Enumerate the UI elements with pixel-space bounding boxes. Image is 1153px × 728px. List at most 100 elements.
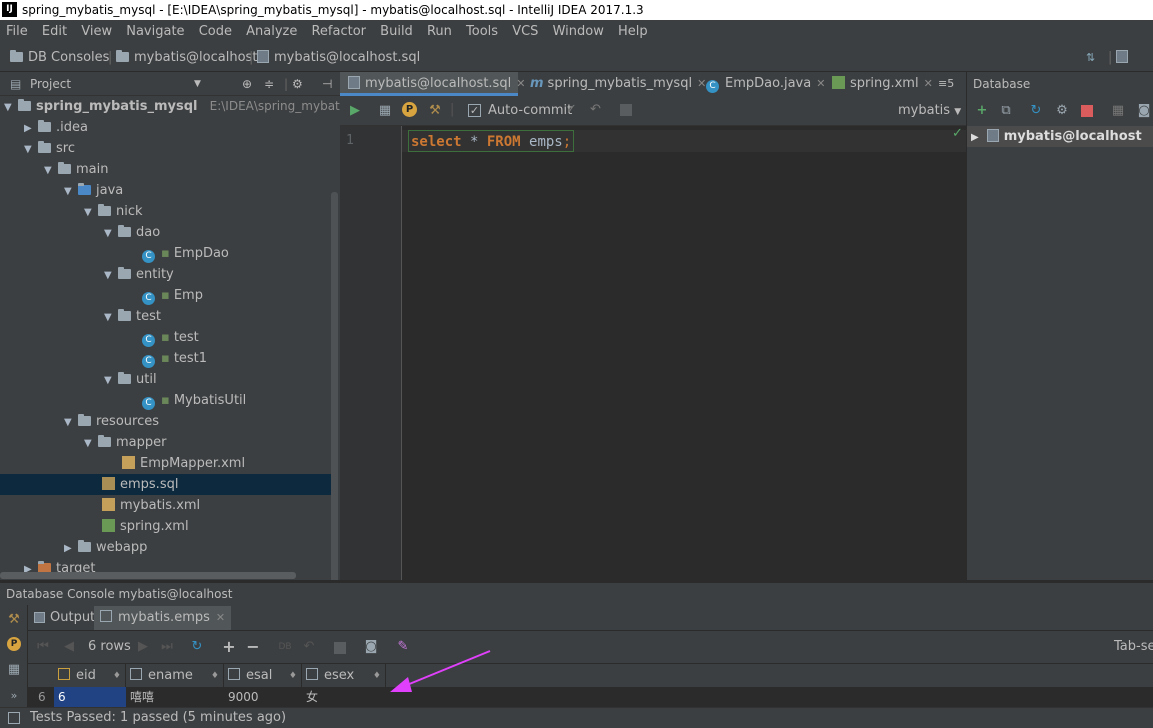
tree-item-entity[interactable]: ▼ entity [104,264,174,285]
row-count[interactable]: 6 rows [88,639,131,654]
stop-icon[interactable] [334,642,346,654]
tab-spring-xml[interactable]: spring.xml ✕ [824,72,933,96]
auto-commit-checkbox[interactable]: ✓ [468,104,481,117]
submit-db-icon[interactable]: DB [276,638,294,656]
table-row[interactable]: 6 6 嘻嘻 9000 女 [28,687,1153,707]
menu-help[interactable]: Help [612,20,652,44]
settings-icon[interactable]: ⚒ [426,102,444,120]
cell-eid[interactable]: 6 [54,687,126,707]
locate-icon[interactable]: ⊕ [242,72,252,96]
breadcrumb-connection[interactable]: mybatis@localhost [116,44,257,72]
menu-analyze[interactable]: Analyze [240,20,301,44]
tree-item-emps-sql[interactable]: emps.sql [0,474,331,495]
add-icon[interactable]: + [973,102,991,120]
project-view-title[interactable]: Project [30,72,71,96]
execute-icon[interactable]: ▶ [346,102,364,120]
menu-vcs[interactable]: VCS [506,20,542,44]
tree-item-nick[interactable]: ▼ nick [84,201,143,222]
menu-navigate[interactable]: Navigate [120,20,188,44]
disconnect-icon[interactable] [1081,105,1093,117]
properties-icon[interactable]: ⧉ [997,102,1015,120]
column-header-esal[interactable]: esal ♦ [224,664,302,688]
sort-icon[interactable]: ♦ [113,664,121,688]
tree-item-util[interactable]: ▼ util [104,369,157,390]
sql-editor[interactable]: 1 select * FROM emps; ✓ [340,126,966,580]
parameter-icon[interactable]: P [7,637,21,651]
tree-item-mybatisutil[interactable]: C ▪ MybatisUtil [142,390,246,411]
settings-icon[interactable]: ⚒ [5,611,23,629]
console-icon[interactable]: ◙ [1135,102,1153,120]
menu-view[interactable]: View [75,20,116,44]
delete-row-icon[interactable]: − [244,638,262,656]
tab-empdao-java[interactable]: C EmpDao.java ✕ [698,72,825,96]
tree-item-java[interactable]: ▼ java [64,180,123,201]
tree-item-spring-xml[interactable]: spring.xml [102,516,189,537]
cell-esal[interactable]: 9000 [224,687,302,707]
table-editor-icon[interactable]: ▦ [1109,102,1127,120]
previous-page-icon[interactable]: ◀ [60,638,78,656]
menu-build[interactable]: Build [374,20,417,44]
menu-refactor[interactable]: Refactor [305,20,370,44]
schema-sync-icon[interactable]: ⚙ [1053,102,1071,120]
breadcrumb-sql-file[interactable]: mybatis@localhost.sql [257,44,420,72]
revert-icon[interactable]: ↶ [300,638,318,656]
expand-more-icon[interactable]: » [5,687,23,705]
chevron-down-icon[interactable]: ▼ [194,72,201,96]
last-page-icon[interactable]: ⏭ [158,638,176,656]
cell-esex[interactable]: 女 [302,687,386,707]
menu-window[interactable]: Window [547,20,608,44]
tab-spring-mybatis-mysql[interactable]: m spring_mybatis_mysql ✕ [522,72,706,96]
menu-run[interactable]: Run [421,20,456,44]
tree-item-test-package[interactable]: ▼ test [104,306,161,327]
schema-selector[interactable]: mybatis ▼ [898,103,961,118]
commit-icon[interactable]: ✓ [566,102,577,117]
menu-file[interactable]: File [0,20,32,44]
tree-item-mybatis-xml[interactable]: mybatis.xml [102,495,200,516]
parameter-icon[interactable]: P [402,102,417,117]
execution-plan-icon[interactable]: ▦ [376,102,394,120]
tree-item-src[interactable]: ▼ src [24,138,75,159]
tree-item-main[interactable]: ▼ main [44,159,108,180]
sql-statement[interactable]: select * FROM emps; [408,130,575,152]
execution-plan-icon[interactable]: ▦ [5,661,23,679]
view-query-icon[interactable]: ◙ [362,638,380,656]
menu-edit[interactable]: Edit [36,20,71,44]
db-connection-node[interactable]: ▶ mybatis@localhost [967,126,1153,147]
tree-item-empdao[interactable]: C ▪ EmpDao [142,243,229,264]
rollback-icon[interactable]: ↶ [590,102,601,117]
next-page-icon[interactable]: ▶ [134,638,152,656]
column-header-esex[interactable]: esex ♦ [302,664,386,688]
horizontal-scrollbar[interactable] [0,572,296,579]
collapse-all-icon[interactable]: ≑ [264,72,274,96]
tab-output[interactable]: Output [28,606,101,630]
column-header-eid[interactable]: eid ♦ [54,664,126,688]
close-icon[interactable]: ✕ [216,611,225,624]
tab-mybatis-localhost-sql[interactable]: mybatis@localhost.sql ✕ [340,72,525,96]
tree-item-empmapper-xml[interactable]: EmpMapper.xml [122,453,245,474]
menu-tools[interactable]: Tools [460,20,502,44]
gear-icon[interactable]: ⚙ [292,72,303,96]
hide-panel-icon[interactable]: ⊣ [322,72,332,96]
cell-ename[interactable]: 嘻嘻 [126,687,224,707]
menu-code[interactable]: Code [193,20,236,44]
refresh-icon[interactable]: ↻ [188,638,206,656]
column-header-ename[interactable]: ename ♦ [126,664,224,688]
tab-overflow-menu[interactable]: ≡5 [930,72,954,96]
tree-item-mapper[interactable]: ▼ mapper [84,432,166,453]
tab-separated-format[interactable]: Tab-se [1114,639,1153,654]
sort-icon[interactable]: ⇅ [1086,44,1095,72]
first-page-icon[interactable]: ⏮ [34,638,52,656]
tree-item-dao[interactable]: ▼ dao [104,222,160,243]
add-row-icon[interactable]: + [220,638,238,656]
tree-item-test-class[interactable]: C ▪ test [142,327,199,348]
tree-item-webapp[interactable]: ▶ webapp [64,537,147,558]
tree-item-emp[interactable]: C ▪ Emp [142,285,203,306]
tree-item-resources[interactable]: ▼ resources [64,411,159,432]
tab-mybatis-emps[interactable]: mybatis.emps ✕ [94,606,232,630]
tree-item-test1-class[interactable]: C ▪ test1 [142,348,207,369]
breadcrumb-db-consoles[interactable]: DB Consoles [10,44,109,72]
cancel-running-icon[interactable] [620,104,632,116]
vertical-scrollbar[interactable] [331,192,338,580]
tree-root[interactable]: ▼ spring_mybatis_mysql E:\IDEA\spring_myb… [4,96,340,117]
refresh-icon[interactable]: ↻ [1027,102,1045,120]
